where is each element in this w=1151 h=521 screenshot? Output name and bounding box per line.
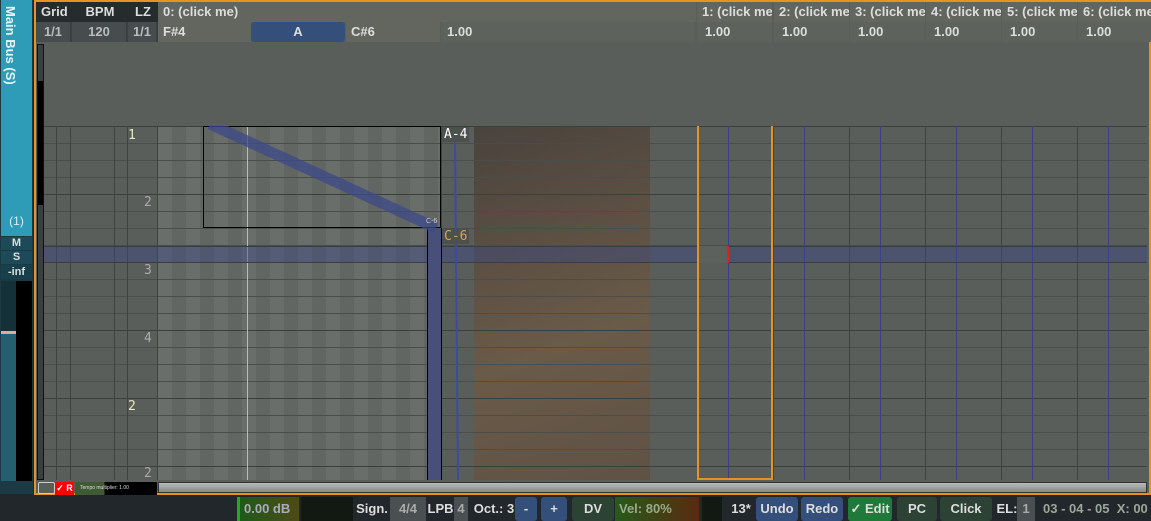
note-start-label: A-4	[442, 127, 470, 142]
gain-meter	[301, 497, 353, 521]
track-0-name[interactable]: 0: (click me)	[158, 2, 696, 22]
track-6-gain[interactable]: 1.00	[1078, 22, 1151, 42]
lz-value[interactable]: 1/1	[128, 22, 156, 42]
velocity-meter	[702, 497, 722, 521]
volume-fader[interactable]	[1, 281, 16, 481]
octave-label: Oct.: 3	[473, 501, 515, 516]
channel-number: (1)	[9, 214, 24, 228]
lock-icon[interactable]	[38, 482, 55, 494]
dv-button[interactable]: DV	[572, 497, 614, 521]
beat-label: 2	[144, 195, 152, 210]
undo-button[interactable]: Undo	[756, 497, 798, 521]
beat-label: 1	[128, 128, 136, 143]
note-small-label: C-6	[426, 218, 438, 225]
track-0-mode-button[interactable]: A	[251, 22, 345, 42]
level-meter	[16, 281, 32, 481]
track-0-gain[interactable]: 1.00	[441, 22, 695, 42]
main-bus-label: Main Bus (S)	[3, 6, 18, 85]
signature-label: Sign.	[356, 501, 388, 516]
track-6-name[interactable]: 6: (click me)	[1078, 2, 1151, 22]
track-3-name[interactable]: 3: (click me)	[850, 2, 925, 22]
pc-button[interactable]: PC	[897, 497, 937, 521]
record-button[interactable]: ✓ R	[55, 482, 74, 495]
beat-label: 2	[144, 466, 152, 480]
lpb-label: LPB	[427, 501, 454, 516]
undo-count: 13*	[731, 501, 751, 516]
track-1-gain[interactable]: 1.00	[697, 22, 772, 42]
signature-value[interactable]: 4/4	[390, 497, 426, 521]
note-end-label: C-6	[442, 229, 470, 244]
track-3-gain[interactable]: 1.00	[850, 22, 925, 42]
octave-up-button[interactable]: +	[541, 497, 567, 521]
beat-label: 2	[128, 399, 136, 414]
beat-label: 3	[144, 263, 152, 278]
fader-handle[interactable]	[1, 331, 16, 334]
click-button[interactable]: Click	[940, 497, 992, 521]
track-5-name[interactable]: 5: (click me)	[1002, 2, 1077, 22]
track-1-name[interactable]: 1: (click me)	[697, 2, 772, 22]
bpm-label: BPM	[85, 4, 115, 19]
grid-value[interactable]: 1/1	[36, 22, 70, 42]
horizontal-scrollbar[interactable]	[158, 482, 1147, 493]
mute-button[interactable]: M	[1, 237, 32, 250]
position-readout: 03 - 04 - 05 X: 00	[1043, 501, 1148, 516]
track-4-gain[interactable]: 1.00	[926, 22, 1001, 42]
track-5-gain[interactable]: 1.00	[1002, 22, 1077, 42]
level-readout: -inf	[1, 265, 32, 279]
vertical-scrollbar[interactable]	[37, 44, 44, 480]
velocity-slider[interactable]: Vel: 80%	[615, 497, 699, 521]
main-bus-button[interactable]: Main Bus (S) (1)	[1, 0, 32, 236]
track-2-name[interactable]: 2: (click me)	[774, 2, 849, 22]
solo-button[interactable]: S	[1, 251, 32, 264]
note-grid[interactable]: A-4 C-6 C-6 1 2 3 4 2 2	[44, 126, 1147, 480]
grid-label: Grid	[41, 4, 68, 19]
track-0-range-high[interactable]: C#6	[346, 22, 440, 42]
tempo-multiplier[interactable]: Tempo multiplier: 1.00	[75, 482, 157, 495]
lpb-value[interactable]: 4	[454, 497, 468, 521]
beat-label: 4	[144, 331, 152, 346]
octave-down-button[interactable]: -	[515, 497, 537, 521]
bpm-value[interactable]: 120	[72, 22, 126, 42]
lz-label: LZ	[135, 4, 151, 19]
master-gain[interactable]: 0.00 dB	[237, 497, 299, 521]
track-1-cursor-column	[697, 126, 773, 480]
redo-button[interactable]: Redo	[801, 497, 843, 521]
track-0-range-low[interactable]: F#4	[158, 22, 251, 42]
note-slide	[207, 126, 459, 480]
el-value[interactable]: 1	[1017, 497, 1035, 521]
track-4-name[interactable]: 4: (click me)	[926, 2, 1001, 22]
cursor-cell[interactable]	[699, 246, 729, 263]
el-label: EL:	[996, 501, 1018, 516]
mixer-strip: Main Bus (S) (1) M S -inf	[0, 0, 33, 494]
track-2-gain[interactable]: 1.00	[774, 22, 849, 42]
edit-toggle[interactable]: ✓ Edit	[848, 497, 892, 521]
